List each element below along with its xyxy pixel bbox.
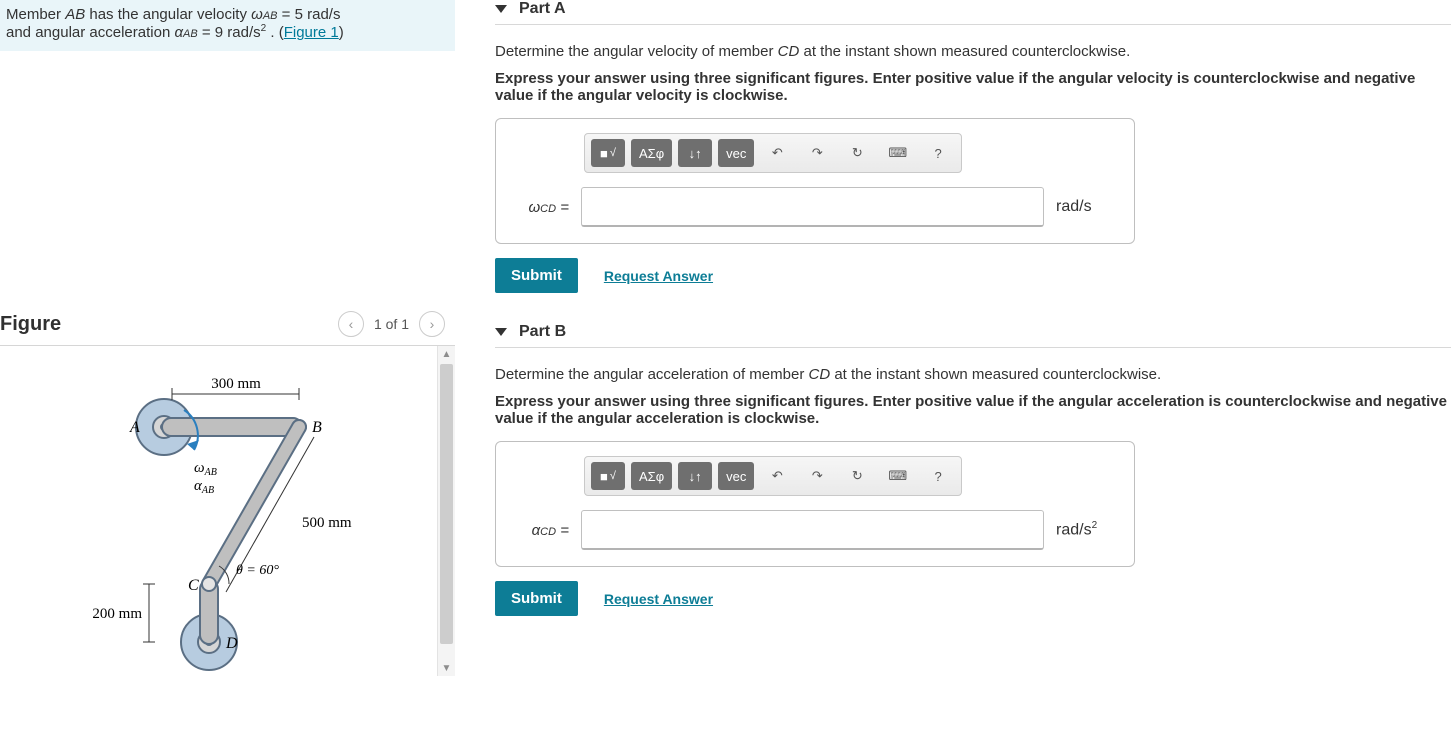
part-a-title: Part A: [519, 0, 566, 18]
scroll-up-icon[interactable]: ▲: [438, 346, 455, 362]
part-a-variable: ωCD =: [514, 199, 569, 216]
svg-text:ωAB: ωAB: [194, 460, 217, 478]
svg-text:θ = 60°: θ = 60°: [236, 563, 279, 578]
svg-text:300 mm: 300 mm: [211, 376, 261, 392]
scroll-thumb[interactable]: [440, 364, 453, 644]
figure-page: 1 of 1: [374, 316, 409, 332]
figure-pager: ‹ 1 of 1 ›: [338, 311, 445, 337]
figure-prev-button[interactable]: ‹: [338, 311, 364, 337]
subscript-button[interactable]: ↓↑: [678, 462, 712, 490]
part-b-answer-box: ■√ ΑΣφ ↓↑ vec ↶ ↷ ↻ ⌨ ? αCD = rad/s2: [495, 441, 1135, 567]
redo-button[interactable]: ↷: [800, 462, 834, 490]
reset-button[interactable]: ↻: [840, 462, 874, 490]
part-b-header[interactable]: Part B: [495, 323, 1451, 341]
figure-scrollbar[interactable]: ▲ ▼: [437, 346, 455, 676]
svg-text:500 mm: 500 mm: [302, 515, 352, 531]
greek-button[interactable]: ΑΣφ: [631, 139, 672, 167]
templates-button[interactable]: ■√: [591, 139, 625, 167]
caret-down-icon: [495, 328, 507, 336]
undo-button[interactable]: ↶: [760, 139, 794, 167]
part-a-header[interactable]: Part A: [495, 0, 1451, 18]
scroll-down-icon[interactable]: ▼: [438, 660, 455, 676]
part-b-variable: αCD =: [514, 522, 569, 539]
part-b-request-answer[interactable]: Request Answer: [604, 591, 713, 607]
help-button[interactable]: ?: [921, 462, 955, 490]
svg-text:D: D: [225, 635, 238, 652]
part-b-answer-input[interactable]: [581, 510, 1044, 550]
keyboard-button[interactable]: ⌨: [880, 462, 915, 490]
svg-text:200 mm: 200 mm: [92, 606, 142, 622]
equation-toolbar: ■√ ΑΣφ ↓↑ vec ↶ ↷ ↻ ⌨ ?: [584, 456, 962, 496]
member-ab: AB: [65, 6, 85, 23]
svg-text:A: A: [129, 419, 140, 436]
vector-button[interactable]: vec: [718, 462, 754, 490]
equation-toolbar: ■√ ΑΣφ ↓↑ vec ↶ ↷ ↻ ⌨ ?: [584, 133, 962, 173]
caret-down-icon: [495, 5, 507, 13]
vector-button[interactable]: vec: [718, 139, 754, 167]
svg-text:B: B: [312, 419, 322, 436]
templates-button[interactable]: ■√: [591, 462, 625, 490]
part-a-answer-box: ■√ ΑΣφ ↓↑ vec ↶ ↷ ↻ ⌨ ? ωCD = rad/s: [495, 118, 1135, 244]
figure-link[interactable]: Figure 1: [284, 24, 339, 41]
part-a-instructions: Express your answer using three signific…: [495, 70, 1451, 104]
part-b-unit: rad/s2: [1056, 520, 1116, 539]
figure-next-button[interactable]: ›: [419, 311, 445, 337]
keyboard-button[interactable]: ⌨: [880, 139, 915, 167]
svg-text:αAB: αAB: [194, 478, 214, 496]
part-a-prompt: Determine the angular velocity of member…: [495, 43, 1451, 60]
part-a-answer-input[interactable]: [581, 187, 1044, 227]
undo-button[interactable]: ↶: [760, 462, 794, 490]
part-b-prompt: Determine the angular acceleration of me…: [495, 366, 1451, 383]
svg-text:C: C: [188, 577, 199, 594]
subscript-button[interactable]: ↓↑: [678, 139, 712, 167]
figure-title: Figure: [0, 313, 61, 336]
part-a-request-answer[interactable]: Request Answer: [604, 268, 713, 284]
reset-button[interactable]: ↻: [840, 139, 874, 167]
part-b-submit-button[interactable]: Submit: [495, 581, 578, 616]
part-b-title: Part B: [519, 323, 566, 341]
figure-image: 300 mm 500 mm θ = 60° 200 mm: [0, 346, 437, 672]
part-a-submit-button[interactable]: Submit: [495, 258, 578, 293]
redo-button[interactable]: ↷: [800, 139, 834, 167]
greek-button[interactable]: ΑΣφ: [631, 462, 672, 490]
intro-text: Member: [6, 6, 65, 23]
part-b-instructions: Express your answer using three signific…: [495, 393, 1451, 427]
help-button[interactable]: ?: [921, 139, 955, 167]
problem-intro: Member AB has the angular velocity ωAB =…: [0, 0, 455, 51]
part-a-unit: rad/s: [1056, 198, 1116, 216]
